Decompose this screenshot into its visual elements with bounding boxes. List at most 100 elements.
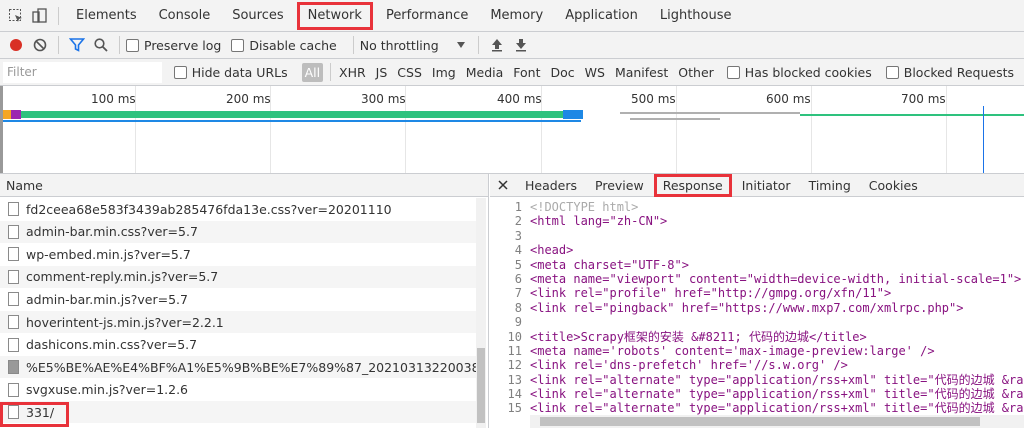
- code-text: <head>: [530, 243, 574, 258]
- line-number: 1: [514, 200, 522, 214]
- checkbox-box[interactable]: [173, 65, 187, 79]
- throttling-select[interactable]: No throttling: [360, 38, 472, 53]
- tab-performance[interactable]: Performance: [375, 0, 479, 32]
- request-name: 331/: [26, 404, 55, 420]
- filter-type-all[interactable]: All: [301, 62, 324, 82]
- request-row[interactable]: wp-embed.min.js?ver=5.7: [0, 243, 476, 265]
- request-row[interactable]: fd2ceea68e583f3439ab285476fda13e.css?ver…: [0, 198, 476, 220]
- tab-response[interactable]: Response: [653, 174, 732, 197]
- clear-icon[interactable]: [28, 33, 52, 57]
- dropdown-arrow-icon: [456, 42, 465, 48]
- checkbox-box[interactable]: [885, 65, 899, 79]
- response-horizontal-scrollbar[interactable]: [530, 415, 1024, 428]
- filter-type-manifest[interactable]: Manifest: [610, 65, 673, 80]
- tab-sources[interactable]: Sources: [221, 0, 294, 32]
- file-icon: [8, 202, 19, 216]
- tab-cookies[interactable]: Cookies: [860, 174, 927, 197]
- disable-cache-label: Disable cache: [249, 37, 337, 53]
- code-line: 10 <title>Scrapy框架的安装 &#8211; 代码的边城</titl…: [490, 330, 1024, 344]
- tab-lighthouse[interactable]: Lighthouse: [649, 0, 743, 32]
- filter-type-css[interactable]: CSS: [392, 65, 427, 80]
- export-har-icon[interactable]: [509, 33, 533, 57]
- file-icon: [8, 382, 19, 397]
- filter-type-ws[interactable]: WS: [580, 65, 610, 80]
- code-line: 7 <link rel="profile" href="http://gmpg.o…: [490, 286, 1024, 300]
- request-row[interactable]: admin-bar.min.css?ver=5.7: [0, 220, 476, 243]
- code-text: <meta charset="UTF-8">: [530, 257, 689, 272]
- timeline-bar-waiting: [21, 111, 566, 118]
- code-line: 6 <meta name="viewport" content="width=de…: [490, 272, 1024, 286]
- request-row[interactable]: 331/: [0, 401, 476, 424]
- tab-timing[interactable]: Timing: [800, 174, 860, 197]
- filter-type-font[interactable]: Font: [508, 65, 545, 80]
- code-line: 12 <link rel='dns-prefetch' href='//s.w.o…: [490, 358, 1024, 372]
- code-text: <!DOCTYPE html>: [530, 200, 639, 214]
- blocked-requests-label: Blocked Requests: [903, 64, 1014, 80]
- request-row[interactable]: dashicons.min.css?ver=5.7: [0, 334, 476, 356]
- filter-type-other[interactable]: Other: [673, 65, 719, 80]
- filter-type-media[interactable]: Media: [461, 65, 509, 80]
- tab-application[interactable]: Application: [554, 0, 649, 32]
- request-name: admin-bar.min.js?ver=5.7: [26, 291, 188, 307]
- timeline-bar-download: [563, 110, 583, 119]
- request-row[interactable]: svgxuse.min.js?ver=1.2.6: [0, 379, 476, 401]
- timeline-tick: 700 ms: [901, 92, 946, 106]
- filter-type-xhr[interactable]: XHR: [334, 65, 371, 80]
- code-text: <link rel="profile" href="http://gmpg.or…: [530, 286, 892, 301]
- checkbox-box[interactable]: [726, 65, 740, 79]
- hide-data-urls-checkbox[interactable]: Hide data URLs: [173, 65, 288, 80]
- disable-cache-checkbox[interactable]: Disable cache: [231, 37, 337, 53]
- checkbox-box[interactable]: [126, 38, 139, 52]
- device-toolbar-icon[interactable]: [28, 4, 52, 28]
- timeline-load-marker: [983, 106, 984, 173]
- code-line: 11 <meta name='robots' content='max-image…: [490, 344, 1024, 358]
- file-icon: [8, 405, 19, 420]
- file-icon: [8, 247, 19, 262]
- preserve-log-checkbox[interactable]: Preserve log: [126, 38, 221, 53]
- code-line: 3: [490, 229, 1024, 243]
- image-icon: [8, 360, 19, 375]
- filter-type-img[interactable]: Img: [427, 65, 461, 80]
- timeline-overview[interactable]: 100 ms 200 ms 300 ms 400 ms 500 ms 600 m…: [0, 86, 1024, 174]
- record-icon[interactable]: [4, 33, 28, 57]
- line-number: 9: [514, 315, 522, 330]
- close-icon[interactable]: [490, 174, 516, 197]
- preserve-log-label: Preserve log: [144, 37, 222, 53]
- tab-headers[interactable]: Headers: [516, 174, 586, 197]
- request-row[interactable]: hoverintent-js.min.js?ver=2.2.1: [0, 311, 476, 333]
- inspect-element-icon[interactable]: [4, 4, 28, 28]
- file-icon: [8, 315, 19, 329]
- filter-type-doc[interactable]: Doc: [545, 65, 579, 80]
- separator: [330, 63, 332, 81]
- filter-type-js[interactable]: JS: [371, 65, 393, 80]
- code-line: 8 <link rel="pingback" href="https://www.…: [490, 301, 1024, 315]
- file-icon: [8, 292, 19, 307]
- tab-preview[interactable]: Preview: [586, 174, 653, 197]
- line-number: 5: [514, 257, 522, 272]
- blocked-requests-checkbox[interactable]: Blocked Requests: [885, 64, 1014, 80]
- tab-memory[interactable]: Memory: [479, 0, 554, 32]
- request-row[interactable]: %E5%BE%AE%E4%BF%A1%E5%9B%BE%E7%89%87_202…: [0, 356, 476, 379]
- has-blocked-cookies-checkbox[interactable]: Has blocked cookies: [726, 65, 872, 80]
- request-detail-panel: Headers Preview Response Initiator Timin…: [490, 174, 1024, 428]
- tab-elements[interactable]: Elements: [65, 0, 148, 32]
- line-number: 3: [514, 228, 522, 243]
- request-name: fd2ceea68e583f3439ab285476fda13e.css?ver…: [26, 201, 392, 217]
- search-icon[interactable]: [89, 33, 113, 57]
- request-row[interactable]: admin-bar.min.js?ver=5.7: [0, 288, 476, 310]
- scrollbar-thumb[interactable]: [477, 348, 485, 423]
- import-har-icon[interactable]: [485, 33, 509, 57]
- filter-input[interactable]: [3, 61, 162, 83]
- name-column-header[interactable]: Name: [0, 174, 488, 197]
- request-list-scrollbar[interactable]: [476, 198, 486, 428]
- request-row[interactable]: comment-reply.min.js?ver=5.7: [0, 265, 476, 288]
- tab-console[interactable]: Console: [148, 0, 222, 32]
- response-source-viewer[interactable]: 1 <!DOCTYPE html> 2 <html lang="zh-CN"> 3 4 <h…: [490, 200, 1024, 415]
- file-icon: [8, 224, 19, 239]
- filter-icon[interactable]: [65, 33, 89, 57]
- separator: [58, 6, 59, 25]
- tab-initiator[interactable]: Initiator: [733, 174, 800, 197]
- tab-network[interactable]: Network: [296, 1, 373, 30]
- checkbox-box[interactable]: [231, 38, 245, 52]
- scrollbar-thumb[interactable]: [540, 417, 980, 426]
